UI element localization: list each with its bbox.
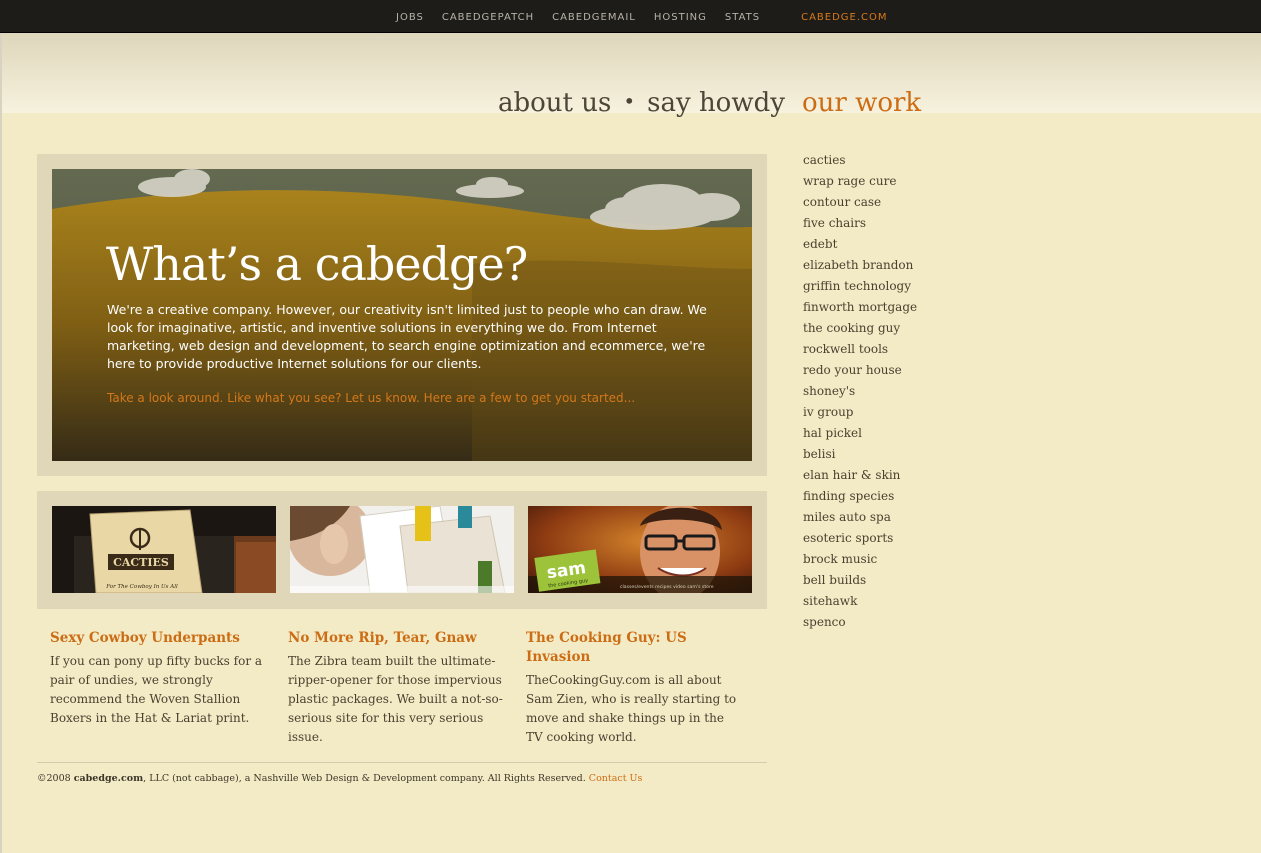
topnav-stats[interactable]: STATS — [725, 12, 760, 23]
article-title[interactable]: Sexy Cowboy Underpants — [50, 629, 265, 648]
nav-about-us[interactable]: about us — [498, 88, 611, 118]
hero-frame: What’s a cabedge? We're a creative compa… — [37, 154, 767, 476]
nav-separator: • — [623, 89, 636, 113]
footer: ©2008 cabedge.com, LLC (not cabbage), a … — [37, 773, 642, 784]
nav-our-work[interactable]: our work — [802, 88, 921, 118]
work-item-spenco[interactable]: spenco — [803, 612, 917, 633]
top-bar: JOBS CABEDGEPATCH CABEDGEMAIL HOSTING ST… — [0, 0, 1261, 33]
hero-banner: What’s a cabedge? We're a creative compa… — [52, 169, 752, 461]
cooking-guy-thumbnail-image: sam the cooking guy classes/events recip… — [528, 506, 752, 593]
cacties-logo-text: CACTIES — [113, 556, 169, 569]
work-item-iv-group[interactable]: iv group — [803, 402, 917, 423]
thumb-zibra[interactable] — [290, 506, 514, 593]
article-body: If you can pony up fifty bucks for a pai… — [50, 654, 263, 725]
work-item-rockwell-tools[interactable]: rockwell tools — [803, 339, 917, 360]
thumb-cooking-guy[interactable]: sam the cooking guy classes/events recip… — [528, 506, 752, 593]
topnav-hosting[interactable]: HOSTING — [654, 12, 707, 23]
topnav-brand-link[interactable]: CABEDGE.COM — [801, 12, 887, 23]
work-item-bell-builds[interactable]: bell builds — [803, 570, 917, 591]
cooking-menu-text: classes/events recipes video sam's store — [620, 584, 714, 590]
topnav-jobs[interactable]: JOBS — [396, 12, 424, 23]
article-title[interactable]: The Cooking Guy: US Invasion — [526, 629, 741, 667]
work-item-finworth-mortgage[interactable]: finworth mortgage — [803, 297, 917, 318]
zibra-thumbnail-image — [290, 506, 514, 593]
work-item-hal-pickel[interactable]: hal pickel — [803, 423, 917, 444]
work-item-esoteric-sports[interactable]: esoteric sports — [803, 528, 917, 549]
featured-thumbs-frame: CACTIES For The Cowboy In Us All sam the… — [37, 491, 767, 609]
work-item-belisi[interactable]: belisi — [803, 444, 917, 465]
main-nav: about us • say howdy our work — [498, 88, 921, 118]
work-item-wrap-rage-cure[interactable]: wrap rage cure — [803, 171, 917, 192]
article-cooking-guy: The Cooking Guy: US Invasion TheCookingG… — [526, 629, 741, 747]
work-item-redo-your-house[interactable]: redo your house — [803, 360, 917, 381]
footer-copyright: ©2008 — [37, 773, 71, 784]
work-item-cacties[interactable]: cacties — [803, 150, 917, 171]
footer-company: cabedge.com — [73, 773, 144, 784]
article-body: The Zibra team built the ultimate-ripper… — [288, 654, 503, 744]
hero-title: What’s a cabedge? — [106, 237, 528, 291]
footer-divider — [37, 762, 767, 763]
thumb-cacties[interactable]: CACTIES For The Cowboy In Us All — [52, 506, 276, 593]
left-border — [0, 33, 2, 853]
topnav-cabedgemail[interactable]: CABEDGEMAIL — [552, 12, 636, 23]
work-item-shoneys[interactable]: shoney's — [803, 381, 917, 402]
work-item-elan-hair-skin[interactable]: elan hair & skin — [803, 465, 917, 486]
work-item-five-chairs[interactable]: five chairs — [803, 213, 917, 234]
work-item-contour-case[interactable]: contour case — [803, 192, 917, 213]
article-body: TheCookingGuy.com is all about Sam Zien,… — [526, 673, 737, 744]
work-item-elizabeth-brandon[interactable]: elizabeth brandon — [803, 255, 917, 276]
footer-text: , LLC (not cabbage), a Nashville Web Des… — [143, 773, 586, 784]
cacties-tagline: For The Cowboy In Us All — [105, 584, 178, 590]
work-item-sitehawk[interactable]: sitehawk — [803, 591, 917, 612]
article-title[interactable]: No More Rip, Tear, Gnaw — [288, 629, 503, 648]
hero-cta-link[interactable]: Take a look around. Like what you see? L… — [107, 391, 707, 405]
nav-say-howdy[interactable]: say howdy — [647, 88, 785, 118]
work-item-edebt[interactable]: edebt — [803, 234, 917, 255]
article-zibra: No More Rip, Tear, Gnaw The Zibra team b… — [288, 629, 503, 747]
top-nav: JOBS CABEDGEPATCH CABEDGEMAIL HOSTING ST… — [396, 12, 888, 23]
topnav-cabedgepatch[interactable]: CABEDGEPATCH — [442, 12, 534, 23]
hero-description: We're a creative company. However, our c… — [107, 302, 707, 371]
article-cacties: Sexy Cowboy Underpants If you can pony u… — [50, 629, 265, 728]
work-item-the-cooking-guy[interactable]: the cooking guy — [803, 318, 917, 339]
work-item-miles-auto-spa[interactable]: miles auto spa — [803, 507, 917, 528]
footer-contact-link[interactable]: Contact Us — [589, 773, 643, 784]
cacties-thumbnail-image: CACTIES For The Cowboy In Us All — [52, 506, 276, 593]
work-item-brock-music[interactable]: brock music — [803, 549, 917, 570]
our-work-list: cacties wrap rage cure contour case five… — [803, 150, 917, 633]
work-item-griffin-technology[interactable]: griffin technology — [803, 276, 917, 297]
work-item-finding-species[interactable]: finding species — [803, 486, 917, 507]
